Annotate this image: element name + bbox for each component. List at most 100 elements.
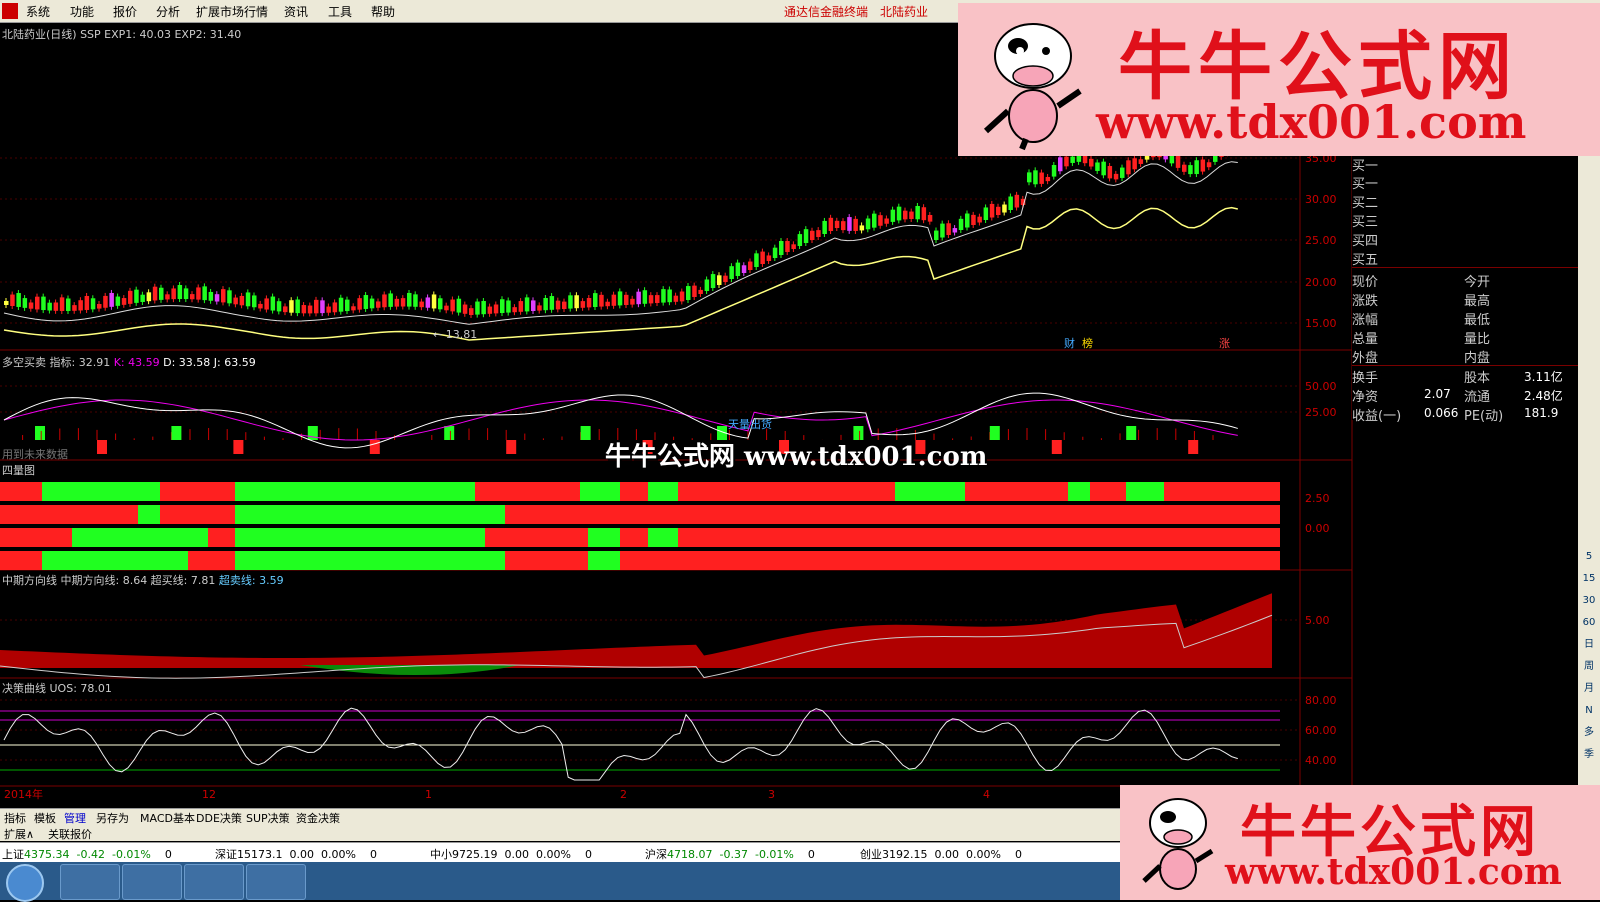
candle-body <box>958 218 964 230</box>
cow-mascot-icon <box>983 23 1082 151</box>
index-sz[interactable]: 深证15173.1 0.00 0.00% 0 <box>215 846 377 862</box>
candle-body <box>307 305 313 314</box>
candle-body <box>723 275 728 282</box>
candle-body <box>332 302 338 313</box>
period-15min[interactable]: 15 <box>1579 569 1599 589</box>
candle-body <box>531 300 536 311</box>
index-gem[interactable]: 创业3192.15 0.00 0.00% 0 <box>860 846 1022 862</box>
stat-value: 181.9 <box>1524 406 1559 420</box>
index-hs300[interactable]: 沪深4718.07 -0.37 -0.01% 0 <box>645 846 815 862</box>
candle-body <box>320 300 325 314</box>
menu-analysis[interactable]: 分析 <box>156 3 180 20</box>
kdj-k-value: K: 43.59 <box>113 356 160 369</box>
candle-body <box>97 304 102 309</box>
period-week[interactable]: 周 <box>1579 657 1599 677</box>
tdx-taskbar-icon[interactable] <box>246 864 306 900</box>
candle-body <box>1182 164 1187 172</box>
candle-body <box>698 289 703 294</box>
four-bar-segment <box>72 528 208 547</box>
menu-extended-market[interactable]: 扩展市场行情 <box>196 3 268 20</box>
kdj-sell-block <box>97 440 107 454</box>
menu-quote[interactable]: 报价 <box>113 3 137 20</box>
period-30min[interactable]: 30 <box>1579 591 1599 611</box>
menu-function[interactable]: 功能 <box>70 3 94 20</box>
four-bar-segment <box>160 505 235 524</box>
divider <box>1352 365 1578 366</box>
quote-panel: 买一 买一 买二 买三 买四 买五 现价 涨跌 涨幅 总量 外盘 今开 最高 最… <box>1352 155 1578 424</box>
candle-body <box>388 293 393 307</box>
axis-label: 20.00 <box>1305 276 1337 289</box>
four-bar-segment <box>648 482 678 501</box>
tab-manage[interactable]: 管理 <box>64 810 86 826</box>
four-bar-segment <box>620 551 1280 570</box>
quote-label: 最高 <box>1464 294 1491 309</box>
quote-label: 最低 <box>1464 313 1491 328</box>
explorer-taskbar-icon[interactable] <box>60 864 120 900</box>
four-bar-segment <box>1126 482 1164 501</box>
quote-label: 总量 <box>1352 332 1379 347</box>
candle-body <box>996 206 1001 215</box>
indicator-tabs: 指标 模板 管理 另存为 MACD基本 DDE决策 SUP决策 资金决策 <box>0 808 1130 825</box>
candle-body <box>152 286 158 301</box>
candle-body <box>16 293 21 307</box>
index-smb[interactable]: 中小9725.19 0.00 0.00% 0 <box>430 846 592 862</box>
trading-taskbar-icon[interactable] <box>184 864 244 900</box>
event-tags: 财 榜 涨 ← 13.81 天量出货 <box>433 328 1230 431</box>
period-day[interactable]: 日 <box>1579 635 1599 655</box>
period-n[interactable]: N <box>1579 701 1599 721</box>
candle-body <box>599 294 604 307</box>
order-row: 买五 <box>1352 253 1379 268</box>
tab-dde[interactable]: DDE决策 <box>196 810 242 826</box>
period-multi[interactable]: 多 <box>1579 723 1599 743</box>
tab-save-as[interactable]: 另存为 <box>96 810 129 826</box>
watermark-banner-top: 牛牛公式网 www.tdx001.com <box>958 3 1600 156</box>
windows-start-icon[interactable] <box>6 864 44 902</box>
menu-news[interactable]: 资讯 <box>284 3 308 20</box>
period-5min[interactable]: 5 <box>1579 547 1599 567</box>
candle-body <box>487 306 493 314</box>
order-row: 买一 <box>1352 159 1379 174</box>
period-month[interactable]: 月 <box>1579 679 1599 699</box>
order-row: 买二 <box>1352 196 1379 211</box>
candle-body <box>921 207 927 221</box>
tab-extend[interactable]: 扩展∧ <box>4 826 34 842</box>
candle-body <box>803 229 809 243</box>
four-bar-segment <box>235 482 475 501</box>
tab-capital[interactable]: 资金决策 <box>296 810 340 826</box>
candle-body <box>1132 158 1137 170</box>
tab-macd[interactable]: MACD基本 <box>140 810 195 826</box>
tab-sup[interactable]: SUP决策 <box>246 810 290 826</box>
candle-body <box>66 298 71 311</box>
trend-values: 中期方向线 中期方向线: 8.64 超买线: 7.81 <box>2 574 216 587</box>
candle-body <box>872 213 877 228</box>
candle-body <box>140 294 145 302</box>
candle-body <box>729 266 734 279</box>
candle-body <box>772 247 778 258</box>
kdj-indicator: 多空买卖 指标: 32.91 <box>2 356 111 369</box>
stat-label: 换手 <box>1352 371 1379 386</box>
tab-related-quote[interactable]: 关联报价 <box>48 826 92 842</box>
candle-body <box>196 287 201 300</box>
candle-body <box>289 300 294 313</box>
four-bar-segment <box>0 482 42 501</box>
candlesticks <box>4 137 1243 318</box>
candle-body <box>760 251 765 264</box>
menu-system[interactable]: 系统 <box>26 3 50 20</box>
menu-help[interactable]: 帮助 <box>371 3 395 20</box>
date-axis: 2014年 12 1 2 3 4 <box>4 787 990 801</box>
period-season[interactable]: 季 <box>1579 745 1599 765</box>
candle-body <box>1039 172 1044 184</box>
candle-body <box>413 294 418 307</box>
candle-body <box>636 291 641 305</box>
candle-body <box>828 217 834 231</box>
tab-indicator[interactable]: 指标 <box>4 810 26 826</box>
period-60min[interactable]: 60 <box>1579 613 1599 633</box>
candle-body <box>555 300 561 310</box>
candle-body <box>785 241 790 252</box>
ie-taskbar-icon[interactable] <box>122 864 182 900</box>
axis-label: 40.00 <box>1305 754 1337 767</box>
menu-tools[interactable]: 工具 <box>328 3 352 20</box>
index-sh[interactable]: 上证4375.34 -0.42 -0.01% 0 <box>2 846 172 862</box>
tab-template[interactable]: 模板 <box>34 810 56 826</box>
candle-body <box>989 203 995 218</box>
